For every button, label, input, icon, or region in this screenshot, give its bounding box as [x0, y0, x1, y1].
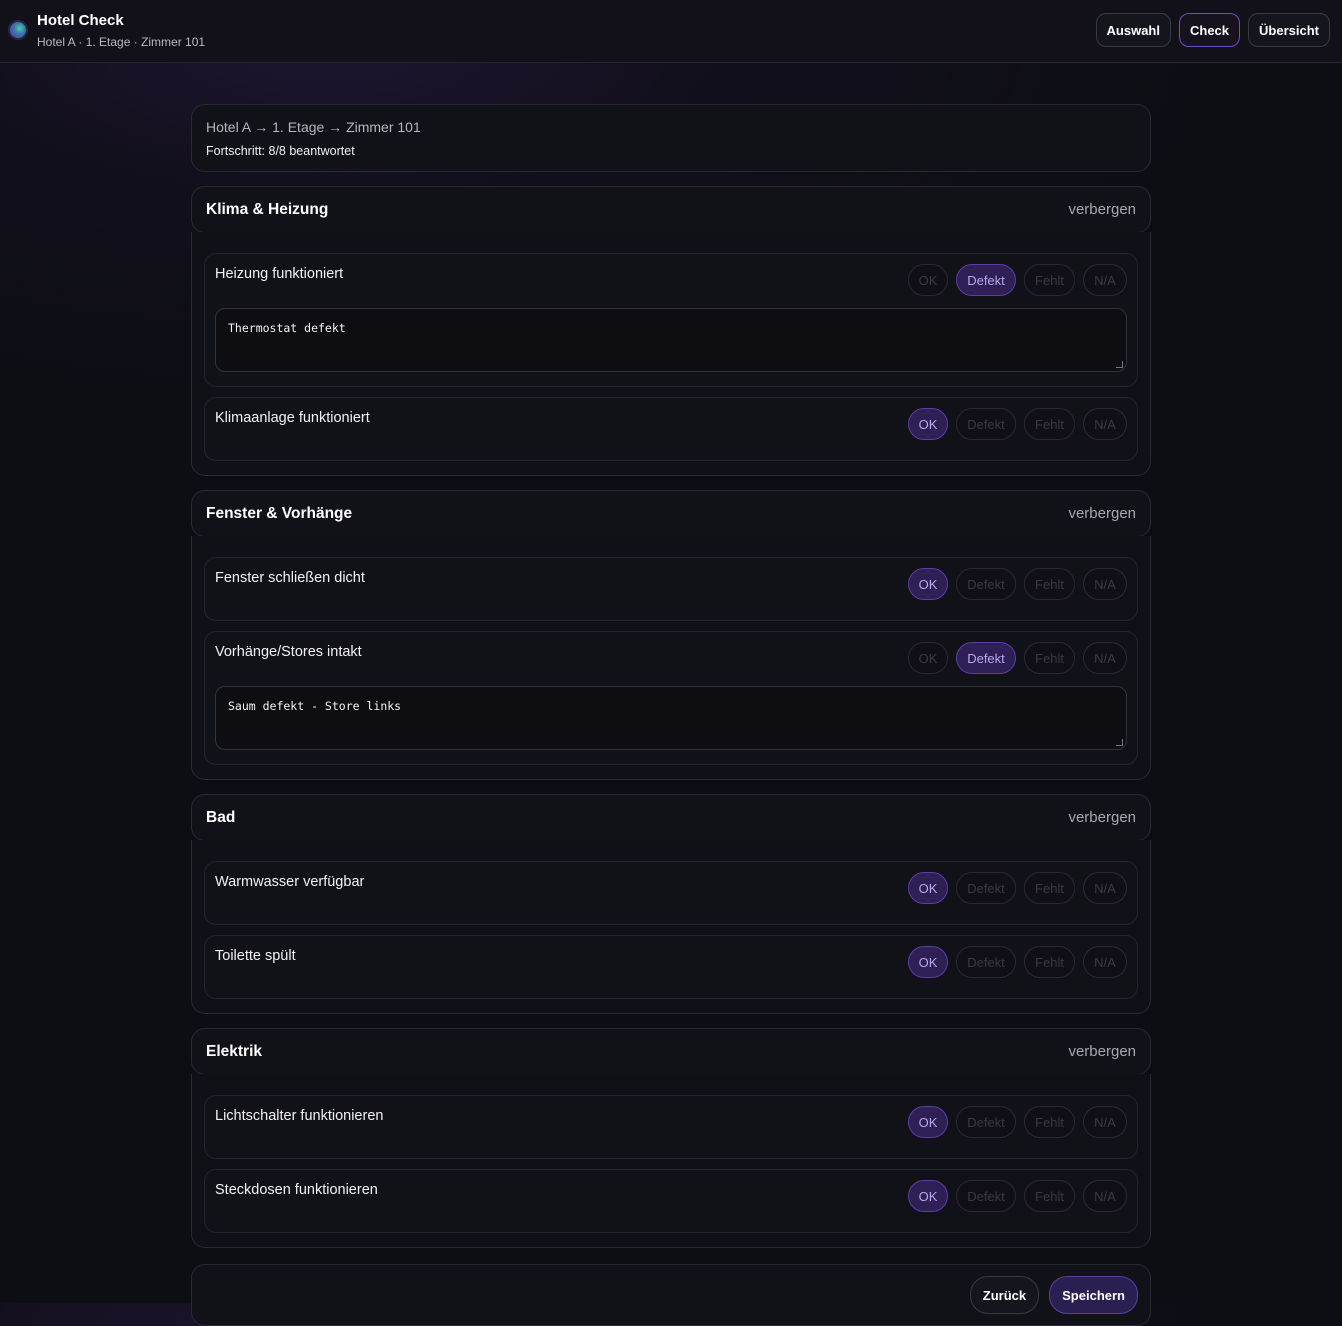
option-fehlt-button[interactable]: Fehlt: [1024, 946, 1075, 978]
check-item: Warmwasser verfügbar OK Defekt Fehlt N/A: [204, 861, 1138, 925]
back-button[interactable]: Zurück: [969, 1276, 1040, 1314]
option-ok-button[interactable]: OK: [908, 264, 948, 296]
status-options: OK Defekt Fehlt N/A: [908, 1106, 1127, 1138]
top-bar: Hotel Check Hotel A · 1. Etage · Zimmer …: [0, 0, 1342, 63]
check-item-label: Fenster schließen dicht: [215, 570, 365, 586]
check-item: Klimaanlage funktioniert OK Defekt Fehlt N/A: [204, 397, 1138, 461]
check-item: Toilette spült OK Defekt Fehlt N/A: [204, 935, 1138, 999]
section-body: Heizung funktioniert OK Defekt Fehlt N/A Ther…: [191, 232, 1151, 476]
nav-uebersicht-button[interactable]: Übersicht: [1248, 13, 1330, 47]
note-textarea[interactable]: Saum defekt - Store links: [215, 686, 1127, 750]
status-options: OK Defekt Fehlt N/A: [908, 642, 1127, 674]
section-title: Fenster & Vorhänge: [206, 504, 353, 522]
check-item-label: Steckdosen funktionieren: [215, 1182, 378, 1198]
option-fehlt-button[interactable]: Fehlt: [1024, 872, 1075, 904]
option-defekt-button[interactable]: Defekt: [956, 1106, 1016, 1138]
section-title: Klima & Heizung: [206, 200, 329, 218]
main-content: Hotel A → 1. Etage → Zimmer 101 Fortschr…: [191, 104, 1151, 1326]
section-toggle-link[interactable]: verbergen: [1068, 505, 1136, 522]
section-toggle-link[interactable]: verbergen: [1068, 809, 1136, 826]
option-na-button[interactable]: N/A: [1083, 946, 1127, 978]
option-ok-button[interactable]: OK: [908, 1106, 948, 1138]
option-fehlt-button[interactable]: Fehlt: [1024, 642, 1075, 674]
option-ok-button[interactable]: OK: [908, 1180, 948, 1212]
option-na-button[interactable]: N/A: [1083, 264, 1127, 296]
status-options: OK Defekt Fehlt N/A: [908, 946, 1127, 978]
progress-text: Fortschritt: 8/8 beantwortet: [206, 144, 355, 158]
check-item: Steckdosen funktionieren OK Defekt Fehlt N/A: [204, 1169, 1138, 1233]
section-toggle-link[interactable]: verbergen: [1068, 1043, 1136, 1060]
check-item-row: Steckdosen funktionieren OK Defekt Fehlt N/A: [215, 1180, 1127, 1224]
option-ok-button[interactable]: OK: [908, 946, 948, 978]
breadcrumb: Hotel A → 1. Etage → Zimmer 101: [206, 119, 421, 135]
location-info-card: Hotel A → 1. Etage → Zimmer 101 Fortschr…: [191, 104, 1151, 172]
section-header: Bad verbergen: [191, 794, 1151, 841]
option-defekt-button[interactable]: Defekt: [956, 264, 1016, 296]
option-ok-button[interactable]: OK: [908, 872, 948, 904]
option-defekt-button[interactable]: Defekt: [956, 568, 1016, 600]
option-defekt-button[interactable]: Defekt: [956, 946, 1016, 978]
status-options: OK Defekt Fehlt N/A: [908, 1180, 1127, 1212]
option-defekt-button[interactable]: Defekt: [956, 642, 1016, 674]
section-header: Klima & Heizung verbergen: [191, 186, 1151, 233]
option-defekt-button[interactable]: Defekt: [956, 1180, 1016, 1212]
option-ok-button[interactable]: OK: [908, 568, 948, 600]
sections-list: Klima & Heizung verbergen Heizung funktion…: [191, 186, 1151, 1248]
check-item-label: Toilette spült: [215, 948, 296, 964]
check-item-label: Heizung funktioniert: [215, 266, 344, 282]
section-header: Elektrik verbergen: [191, 1028, 1151, 1075]
nav-check-button[interactable]: Check: [1179, 13, 1241, 47]
option-ok-button[interactable]: OK: [908, 642, 948, 674]
save-button[interactable]: Speichern: [1049, 1276, 1138, 1314]
section-header: Fenster & Vorhänge verbergen: [191, 490, 1151, 537]
check-item-label: Lichtschalter funktionieren: [215, 1108, 384, 1124]
check-item: Fenster schließen dicht OK Defekt Fehlt N/A: [204, 557, 1138, 621]
option-defekt-button[interactable]: Defekt: [956, 408, 1016, 440]
option-na-button[interactable]: N/A: [1083, 1106, 1127, 1138]
app-subtitle: Hotel A · 1. Etage · Zimmer 101: [37, 35, 206, 49]
option-na-button[interactable]: N/A: [1083, 872, 1127, 904]
check-item-row: Warmwasser verfügbar OK Defekt Fehlt N/A: [215, 872, 1127, 916]
check-item: Vorhänge/Stores intakt OK Defekt Fehlt N/A Sa…: [204, 631, 1138, 765]
app-title: Hotel Check: [37, 12, 124, 29]
check-item-row: Lichtschalter funktionieren OK Defekt Fehlt…: [215, 1106, 1127, 1150]
option-defekt-button[interactable]: Defekt: [956, 872, 1016, 904]
nav-auswahl-button[interactable]: Auswahl: [1095, 13, 1171, 47]
option-fehlt-button[interactable]: Fehlt: [1024, 1180, 1075, 1212]
section-body: Lichtschalter funktionieren OK Defekt Fehlt…: [191, 1074, 1151, 1248]
section-title: Elektrik: [206, 1042, 263, 1060]
check-item: Heizung funktioniert OK Defekt Fehlt N/A Ther…: [204, 253, 1138, 387]
section-title: Bad: [206, 808, 236, 826]
check-item-label: Vorhänge/Stores intakt: [215, 644, 362, 660]
check-item-row: Fenster schließen dicht OK Defekt Fehlt N/A: [215, 568, 1127, 612]
status-options: OK Defekt Fehlt N/A: [908, 568, 1127, 600]
option-na-button[interactable]: N/A: [1083, 408, 1127, 440]
check-item-row: Vorhänge/Stores intakt OK Defekt Fehlt N/A: [215, 642, 1127, 686]
check-item-row: Toilette spült OK Defekt Fehlt N/A: [215, 946, 1127, 990]
status-options: OK Defekt Fehlt N/A: [908, 408, 1127, 440]
option-na-button[interactable]: N/A: [1083, 642, 1127, 674]
action-footer: Zurück Speichern: [191, 1264, 1151, 1326]
option-na-button[interactable]: N/A: [1083, 1180, 1127, 1212]
option-fehlt-button[interactable]: Fehlt: [1024, 408, 1075, 440]
section-body: Fenster schließen dicht OK Defekt Fehlt N/A V…: [191, 536, 1151, 780]
option-fehlt-button[interactable]: Fehlt: [1024, 264, 1075, 296]
status-options: OK Defekt Fehlt N/A: [908, 264, 1127, 296]
app-logo-icon: [10, 22, 26, 38]
check-item: Lichtschalter funktionieren OK Defekt Fehlt…: [204, 1095, 1138, 1159]
option-fehlt-button[interactable]: Fehlt: [1024, 568, 1075, 600]
top-nav: Auswahl Check Übersicht: [1095, 13, 1330, 47]
check-item-row: Heizung funktioniert OK Defekt Fehlt N/A: [215, 264, 1127, 308]
section-toggle-link[interactable]: verbergen: [1068, 201, 1136, 218]
check-item-label: Warmwasser verfügbar: [215, 874, 365, 890]
check-item-label: Klimaanlage funktioniert: [215, 410, 370, 426]
option-ok-button[interactable]: OK: [908, 408, 948, 440]
status-options: OK Defekt Fehlt N/A: [908, 872, 1127, 904]
section-body: Warmwasser verfügbar OK Defekt Fehlt N/A Toil…: [191, 840, 1151, 1014]
option-fehlt-button[interactable]: Fehlt: [1024, 1106, 1075, 1138]
option-na-button[interactable]: N/A: [1083, 568, 1127, 600]
check-item-row: Klimaanlage funktioniert OK Defekt Fehlt N/A: [215, 408, 1127, 452]
note-textarea[interactable]: Thermostat defekt: [215, 308, 1127, 372]
